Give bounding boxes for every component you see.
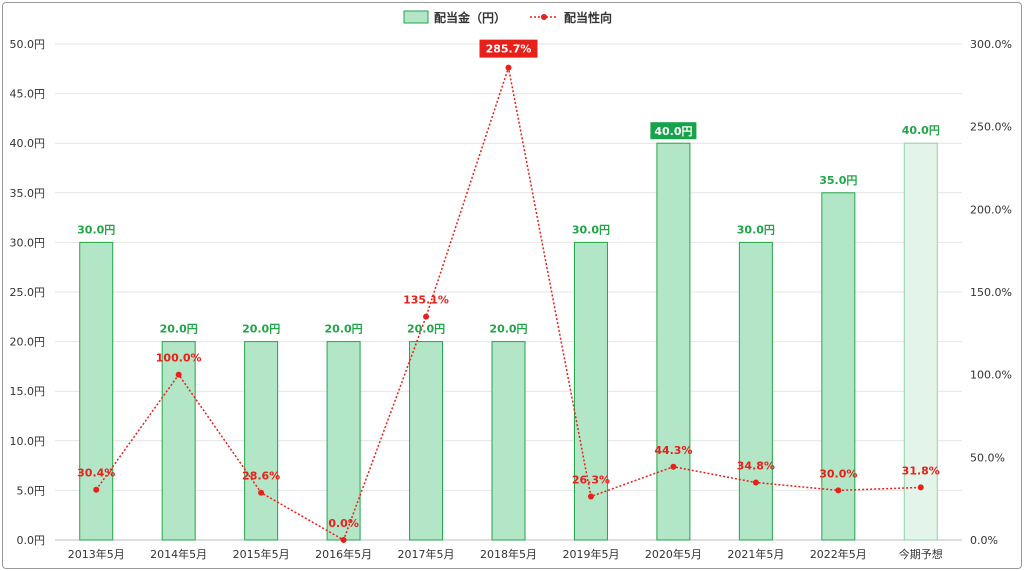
bar xyxy=(903,142,938,541)
y-right-tick-label: 150.0% xyxy=(970,286,1012,299)
line-data-label: 28.6% xyxy=(242,470,280,483)
line-point xyxy=(258,489,265,496)
line-data-label: 44.3% xyxy=(654,444,692,457)
x-tick-label: 2017年5月 xyxy=(398,547,455,561)
x-tick-label: 2022年5月 xyxy=(810,547,867,561)
bar-data-label: 20.0円 xyxy=(242,323,280,336)
x-tick-label: 2019年5月 xyxy=(562,547,619,561)
bar xyxy=(656,142,691,541)
y-left-tick-label: 35.0円 xyxy=(10,187,46,200)
line-data-label: 34.8% xyxy=(737,459,775,472)
bar xyxy=(79,241,114,541)
bar xyxy=(491,341,526,541)
bar-data-label: 20.0円 xyxy=(325,323,363,336)
x-tick-label: 2013年5月 xyxy=(68,547,125,561)
x-tick-label: 2014年5月 xyxy=(150,547,207,561)
line-point xyxy=(835,487,842,494)
y-right-tick-label: 0.0% xyxy=(970,534,998,547)
y-right-tick-label: 250.0% xyxy=(970,121,1012,134)
line-point xyxy=(423,313,430,320)
line-point xyxy=(587,493,594,500)
line-data-label: 100.0% xyxy=(156,352,202,365)
bar xyxy=(244,341,279,541)
line-data-label: 285.7% xyxy=(486,43,532,56)
bar-data-label: 40.0円 xyxy=(654,125,692,138)
y-left-tick-label: 10.0円 xyxy=(10,435,46,448)
bar-data-label: 20.0円 xyxy=(160,323,198,336)
line-data-label: 30.0% xyxy=(819,467,857,480)
y-right-tick-label: 50.0% xyxy=(970,451,1005,464)
bar-data-label: 30.0円 xyxy=(737,223,775,236)
dividend-chart: 0.0円 5.0円 10.0円 15.0円 20.0円 25.0円 30.0円 35.0円 40… xyxy=(10,10,1012,561)
y-left-tick-label: 45.0円 xyxy=(10,88,46,101)
y-right-tick-label: 200.0% xyxy=(970,203,1012,216)
y-left-tick-label: 50.0円 xyxy=(10,38,46,51)
bar xyxy=(161,341,196,541)
y-left-tick-label: 30.0円 xyxy=(10,236,46,249)
y-right-tick-label: 300.0% xyxy=(970,38,1012,51)
legend-line-label: 配当性向 xyxy=(564,10,612,25)
line-point xyxy=(340,537,347,543)
x-tick-label: 2016年5月 xyxy=(315,547,372,561)
line-data-label: 30.4% xyxy=(77,467,115,480)
line-data-label: 0.0% xyxy=(328,517,359,530)
y-left-tick-label: 20.0円 xyxy=(10,336,46,349)
line-data-label: 26.3% xyxy=(572,474,610,487)
x-tick-label: 2020年5月 xyxy=(645,547,702,561)
legend-bar-swatch xyxy=(403,10,429,24)
bar-data-label: 40.0円 xyxy=(902,124,940,137)
y-left-tick-label: 0.0円 xyxy=(17,534,46,547)
y-left-tick-label: 5.0円 xyxy=(17,484,46,497)
y-right-tick-label: 100.0% xyxy=(970,369,1012,382)
x-tick-label: 今期予想 xyxy=(899,547,943,561)
bar xyxy=(738,241,773,541)
line-point xyxy=(175,371,182,378)
line-point xyxy=(505,64,512,71)
bar-data-label: 20.0円 xyxy=(489,323,527,336)
x-tick-label: 2015年5月 xyxy=(233,547,290,561)
line-point xyxy=(752,479,759,486)
y-left-tick-label: 40.0円 xyxy=(10,137,46,150)
y-left-tick-label: 15.0円 xyxy=(10,385,46,398)
bar-data-label: 30.0円 xyxy=(77,223,115,236)
y-left-tick-label: 25.0円 xyxy=(10,286,46,299)
bar-data-label: 20.0円 xyxy=(407,323,445,336)
bar-data-label: 35.0円 xyxy=(819,174,857,187)
line-data-label: 135.1% xyxy=(403,294,449,307)
legend-line-marker xyxy=(541,14,547,20)
x-tick-label: 2018年5月 xyxy=(480,547,537,561)
line-point xyxy=(670,463,677,470)
line-point xyxy=(917,484,924,491)
x-tick-label: 2021年5月 xyxy=(727,547,784,561)
bar-data-label: 30.0円 xyxy=(572,223,610,236)
line-data-label: 31.8% xyxy=(902,464,940,477)
legend-bar-label: 配当金（円） xyxy=(434,10,506,25)
line-point xyxy=(93,486,100,493)
bar xyxy=(409,341,444,541)
